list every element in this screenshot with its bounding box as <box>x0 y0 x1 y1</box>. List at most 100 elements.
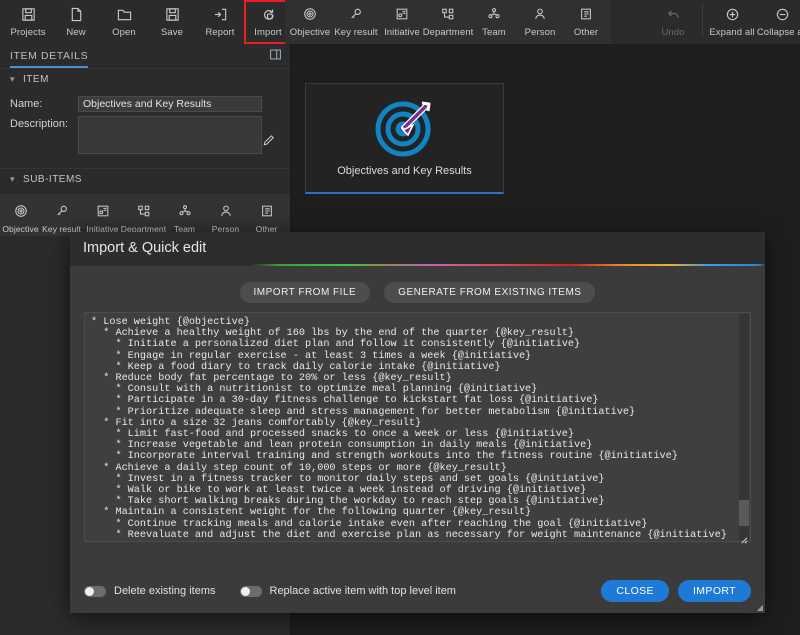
textarea-resize-handle[interactable] <box>739 535 749 545</box>
initiative-card-icon <box>96 201 110 221</box>
item-section-label: ITEM <box>23 74 49 85</box>
replace-active-item-toggle[interactable]: Replace active item with top level item <box>239 585 456 597</box>
import-refresh-icon <box>261 4 276 24</box>
subitems-toolbar: Objective Key result Initiative Departme… <box>0 194 290 236</box>
toolbar-add-other-button[interactable]: Other <box>563 0 609 44</box>
toolbar-new-label: New <box>66 27 86 38</box>
subitem-other-button[interactable]: Other <box>246 197 287 237</box>
toolbar-separator <box>702 3 703 37</box>
toolbar-add-department-button[interactable]: Department <box>422 0 474 44</box>
toolbar-report-label: Report <box>205 27 235 38</box>
toolbar-add-team-button[interactable]: Team <box>471 0 517 44</box>
toolbar-new-button[interactable]: New <box>52 0 100 44</box>
toolbar-expand-all-label: Expand all <box>709 27 755 38</box>
outline-textarea-scrollbar[interactable] <box>739 314 749 540</box>
other-list-icon <box>260 201 274 221</box>
toolbar-save-label: Save <box>160 27 184 38</box>
toolbar-undo-button[interactable]: Undo <box>648 0 698 44</box>
dialog-title: Import & Quick edit <box>83 240 207 256</box>
dialog-source-buttons: IMPORT FROM FILE GENERATE FROM EXISTING … <box>84 266 751 312</box>
target-dartboard-icon <box>373 100 437 163</box>
dialog-resize-handle[interactable]: ◢ <box>757 603 763 612</box>
toolbar-save-button[interactable]: Save <box>148 0 196 44</box>
toolbar-expand-all-button[interactable]: Expand all <box>707 0 757 44</box>
toolbar-add-person-button[interactable]: Person <box>517 0 563 44</box>
name-input[interactable] <box>78 96 262 112</box>
toolbar-import-label: Import <box>254 27 282 38</box>
dialog-header: Import & Quick edit <box>70 232 765 264</box>
person-icon <box>219 201 233 221</box>
toolbar-projects-label: Projects <box>10 27 46 38</box>
subitem-department-button[interactable]: Department <box>121 197 166 237</box>
toolbar-department-label: Department <box>422 27 474 38</box>
subitem-person-button[interactable]: Person <box>205 197 246 237</box>
outline-textarea[interactable]: * Lose weight {@objective} * Achieve a h… <box>84 312 751 542</box>
main-toolbar: Projects New Open Save Report Import Obj… <box>0 0 800 44</box>
toolbar-collapse-all-button[interactable]: Collapse all <box>757 0 800 44</box>
description-input[interactable] <box>78 116 262 154</box>
objective-target-icon <box>14 201 28 221</box>
toolbar-open-label: Open <box>112 27 136 38</box>
panel-title: ITEM DETAILS <box>10 50 89 68</box>
pencil-edit-icon[interactable] <box>262 116 280 147</box>
subitem-objective-label: Objective <box>2 224 39 234</box>
toggle-switch-off-icon <box>239 585 262 597</box>
toolbar-person-label: Person <box>524 27 556 38</box>
plus-circle-icon <box>725 4 740 24</box>
panel-layout-icon[interactable] <box>269 48 282 61</box>
department-org-icon <box>441 4 455 24</box>
chevron-down-icon: ▾ <box>10 174 16 184</box>
department-org-icon <box>137 201 151 221</box>
report-export-icon <box>213 4 228 24</box>
subitems-section-label: SUB-ITEMS <box>23 174 82 185</box>
toolbar-view-group: Undo Expand all Collapse all <box>648 0 800 44</box>
dialog-footer: Delete existing items Replace active ite… <box>70 569 765 613</box>
person-icon <box>533 4 547 24</box>
team-people-icon <box>178 201 192 221</box>
initiative-card-icon <box>395 4 409 24</box>
description-label: Description: <box>10 118 69 130</box>
toolbar-projects-button[interactable]: Projects <box>4 0 52 44</box>
subitem-key-result-button[interactable]: Key result <box>41 197 82 237</box>
dialog-body: IMPORT FROM FILE GENERATE FROM EXISTING … <box>70 266 765 547</box>
import-quick-edit-dialog: Import & Quick edit IMPORT FROM FILE GEN… <box>70 232 765 613</box>
toolbar-add-key-result-button[interactable]: Key result <box>333 0 379 44</box>
outline-editor-wrap: * Lose weight {@objective} * Achieve a h… <box>84 312 751 547</box>
subitem-team-button[interactable]: Team <box>164 197 205 237</box>
toolbar-other-label: Other <box>573 27 599 38</box>
import-from-file-button[interactable]: IMPORT FROM FILE <box>239 282 371 303</box>
import-button[interactable]: IMPORT <box>677 580 751 602</box>
toggle-knob <box>240 586 250 596</box>
other-list-icon <box>579 4 593 24</box>
save-disk-icon <box>21 4 36 24</box>
generate-from-existing-items-button[interactable]: GENERATE FROM EXISTING ITEMS <box>384 282 596 303</box>
delete-existing-items-toggle[interactable]: Delete existing items <box>84 585 216 597</box>
name-label: Name: <box>10 98 43 110</box>
undo-arrow-icon <box>666 4 681 24</box>
toolbar-add-objective-button[interactable]: Objective <box>287 0 333 44</box>
okr-root-node[interactable]: Objectives and Key Results <box>305 83 504 194</box>
item-section-header[interactable]: ▾ ITEM <box>0 68 290 90</box>
toolbar-open-button[interactable]: Open <box>100 0 148 44</box>
close-button[interactable]: CLOSE <box>601 580 669 602</box>
key-result-key-icon <box>55 201 69 221</box>
toolbar-add-initiative-button[interactable]: Initiative <box>379 0 425 44</box>
toggle-switch-off-icon <box>84 585 106 597</box>
scrollbar-thumb[interactable] <box>739 500 749 526</box>
toolbar-objective-label: Objective <box>289 27 331 38</box>
toolbar-team-label: Team <box>482 27 506 38</box>
floppy-save-icon <box>165 4 180 24</box>
open-folder-icon <box>117 4 132 24</box>
toolbar-undo-label: Undo <box>661 27 685 38</box>
toolbar-item-type-group: Objective Key result Initiative Departme… <box>285 0 611 44</box>
panel-header: ITEM DETAILS <box>0 44 290 68</box>
toolbar-report-button[interactable]: Report <box>196 0 244 44</box>
subitems-section-header[interactable]: ▾ SUB-ITEMS <box>0 168 290 190</box>
toolbar-file-group: Projects New Open Save Report Import <box>0 0 292 44</box>
subitem-initiative-button[interactable]: Initiative <box>82 197 123 237</box>
okr-node-label: Objectives and Key Results <box>337 164 472 177</box>
item-form: Name: Description: <box>0 90 290 168</box>
toolbar-key-result-label: Key result <box>334 27 378 38</box>
team-people-icon <box>487 4 501 24</box>
subitem-objective-button[interactable]: Objective <box>0 197 41 237</box>
